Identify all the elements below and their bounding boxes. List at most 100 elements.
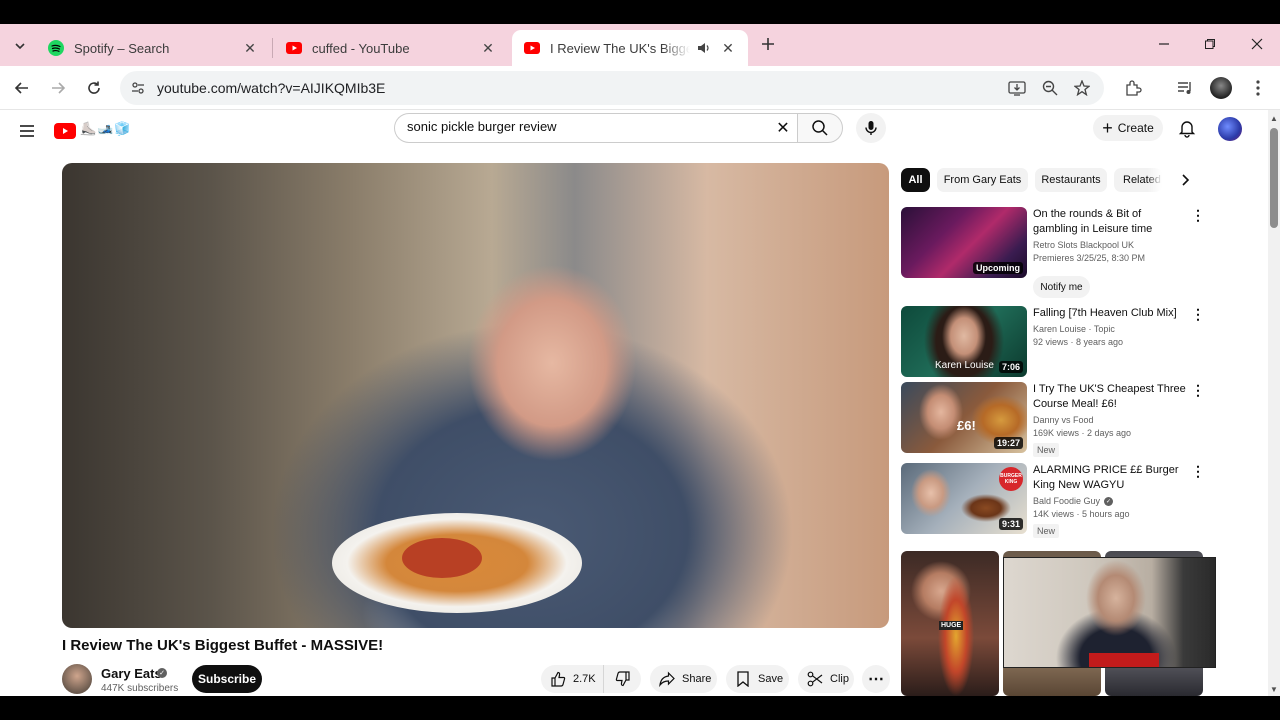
search-icon [812, 120, 828, 136]
tab-cuffed-youtube[interactable]: cuffed - YouTube ✕ [274, 30, 508, 66]
recommendation-title[interactable]: On the rounds & Bit of gambling in Leisu… [1033, 207, 1187, 237]
more-actions-button[interactable]: ⋯ [862, 665, 890, 693]
new-badge: New [1033, 443, 1060, 457]
tab-title: I Review The UK's Biggest Buffet - MASSI… [550, 40, 690, 56]
guide-menu-icon[interactable] [17, 121, 37, 141]
create-button[interactable]: + Create [1093, 115, 1163, 141]
channel-avatar[interactable] [62, 664, 92, 694]
plus-icon: + [1102, 118, 1113, 138]
recommendation-title[interactable]: ALARMING PRICE ££ Burger King New WAGYU … [1033, 463, 1187, 493]
speaker-icon[interactable] [696, 40, 712, 56]
share-arrow-icon [659, 671, 675, 687]
video-thumbnail[interactable]: BURGER KING 9:31 [901, 463, 1027, 534]
search-box: ✕ [394, 113, 797, 143]
chip-restaurants[interactable]: Restaurants [1035, 168, 1107, 192]
page-scrollbar[interactable]: ▲ ▼ [1268, 110, 1280, 696]
video-duration: 19:27 [993, 437, 1023, 449]
close-tab-icon[interactable]: ✕ [242, 40, 258, 56]
tab-active-video[interactable]: I Review The UK's Biggest Buffet - MASSI… [512, 30, 748, 66]
scrollbar-thumb[interactable] [1270, 128, 1278, 228]
burger-king-logo: BURGER KING [999, 467, 1023, 491]
save-button[interactable]: Save [726, 665, 789, 693]
zoom-icon[interactable] [1040, 78, 1060, 98]
verified-check-icon: ✓ [1104, 496, 1114, 506]
recommendation-title[interactable]: I Try The UK'S Cheapest Three Course Mea… [1033, 382, 1187, 412]
profile-avatar[interactable] [1210, 77, 1232, 99]
recommendation-info: On the rounds & Bit of gambling in Leisu… [1033, 207, 1187, 263]
address-bar[interactable]: youtube.com/watch?v=AIJIKQMIb3E [120, 71, 1104, 105]
account-avatar[interactable] [1218, 117, 1242, 141]
tab-search-button[interactable] [8, 34, 32, 58]
reload-button[interactable] [82, 76, 106, 100]
chevron-right-icon[interactable] [1174, 168, 1196, 192]
search-input[interactable] [407, 119, 767, 134]
voice-search-button[interactable] [856, 113, 886, 143]
recommendation-meta: 14K views · 5 hours ago [1033, 509, 1130, 519]
tab-spotify[interactable]: Spotify – Search ✕ [36, 30, 270, 66]
webcam-food-tray [1089, 653, 1159, 667]
clip-button[interactable]: Clip [798, 665, 854, 693]
youtube-logo-icon[interactable] [54, 123, 76, 139]
channel-name[interactable]: Gary Eats [101, 666, 162, 681]
like-button[interactable]: 2.7K [541, 665, 604, 693]
more-vertical-icon[interactable]: ⋮ [1191, 382, 1205, 400]
minimize-button[interactable] [1150, 32, 1178, 56]
more-vertical-icon[interactable]: ⋮ [1191, 207, 1205, 225]
thumbnail-text: £6! [957, 418, 976, 433]
chip-all[interactable]: All [901, 168, 930, 192]
more-vertical-icon[interactable]: ⋮ [1191, 306, 1205, 324]
browser-menu-icon[interactable] [1247, 77, 1269, 99]
subscribe-button[interactable]: Subscribe [192, 665, 262, 693]
recommendation-title[interactable]: Falling [7th Heaven Club Mix] [1033, 306, 1187, 321]
scroll-down-icon[interactable]: ▼ [1270, 685, 1278, 694]
video-thumbnail[interactable]: Upcoming [901, 207, 1027, 278]
restore-icon [1205, 39, 1215, 49]
recommendation-channel[interactable]: Danny vs Food [1033, 415, 1187, 425]
recommendation-channel-row[interactable]: Bald Foodie Guy ✓ [1033, 496, 1187, 506]
video-frame-food [402, 538, 482, 578]
close-tab-icon[interactable]: ✕ [480, 40, 496, 56]
scroll-up-icon[interactable]: ▲ [1270, 114, 1278, 123]
clear-search-icon[interactable]: ✕ [775, 120, 791, 137]
video-thumbnail[interactable]: £6! 19:27 [901, 382, 1027, 453]
video-thumbnail[interactable]: Karen Louise 7:06 [901, 306, 1027, 377]
browser-toolbar: youtube.com/watch?v=AIJIKQMIb3E [0, 66, 1280, 110]
chip-from-channel[interactable]: From Gary Eats [937, 168, 1028, 192]
recommendation-meta: Premieres 3/25/25, 8:30 PM [1033, 253, 1146, 263]
install-app-icon[interactable] [1007, 78, 1027, 98]
bookmark-star-icon[interactable] [1072, 78, 1092, 98]
extensions-icon[interactable] [1122, 77, 1144, 99]
recommendation-channel[interactable]: Retro Slots Blackpool UK [1033, 240, 1187, 250]
forward-button[interactable] [46, 76, 70, 100]
url-text: youtube.com/watch?v=AIJIKQMIb3E [157, 80, 386, 96]
subscriber-count: 447K subscribers [101, 683, 179, 694]
search-button[interactable] [797, 113, 843, 143]
more-vertical-icon[interactable]: ⋮ [1191, 463, 1205, 481]
shorts-thumbnail[interactable]: HUGE [901, 551, 999, 696]
notify-me-button[interactable]: Notify me [1033, 276, 1090, 298]
chip-related[interactable]: Related [1114, 168, 1162, 192]
shorts-overlay-text: HUGE [939, 621, 964, 630]
restore-button[interactable] [1196, 32, 1224, 56]
tab-separator [272, 38, 273, 58]
dislike-button[interactable] [604, 665, 641, 693]
create-label: Create [1117, 121, 1154, 135]
video-player[interactable] [62, 163, 889, 628]
notifications-bell-icon[interactable] [1177, 118, 1197, 138]
media-controls-icon[interactable] [1174, 77, 1196, 99]
youtube-masthead: ⛸️🎿🧊 ✕ + Create [0, 110, 1268, 154]
verified-check-icon: ✓ [157, 668, 167, 678]
site-settings-icon[interactable] [128, 78, 148, 98]
back-button[interactable] [10, 76, 34, 100]
thumbnail-text: Karen Louise [935, 360, 994, 371]
close-tab-icon[interactable]: ✕ [720, 40, 736, 56]
plus-icon [762, 38, 774, 50]
share-button[interactable]: Share [650, 665, 717, 693]
close-window-button[interactable] [1243, 32, 1271, 56]
recommendation-channel[interactable]: Bald Foodie Guy [1033, 496, 1100, 506]
browser-window: Spotify – Search ✕ cuffed - YouTube ✕ I … [0, 24, 1280, 696]
reload-icon [88, 81, 100, 94]
new-tab-button[interactable] [758, 34, 778, 54]
youtube-doodle[interactable]: ⛸️🎿🧊 [80, 121, 132, 137]
recommendation-channel[interactable]: Karen Louise · Topic [1033, 324, 1187, 334]
